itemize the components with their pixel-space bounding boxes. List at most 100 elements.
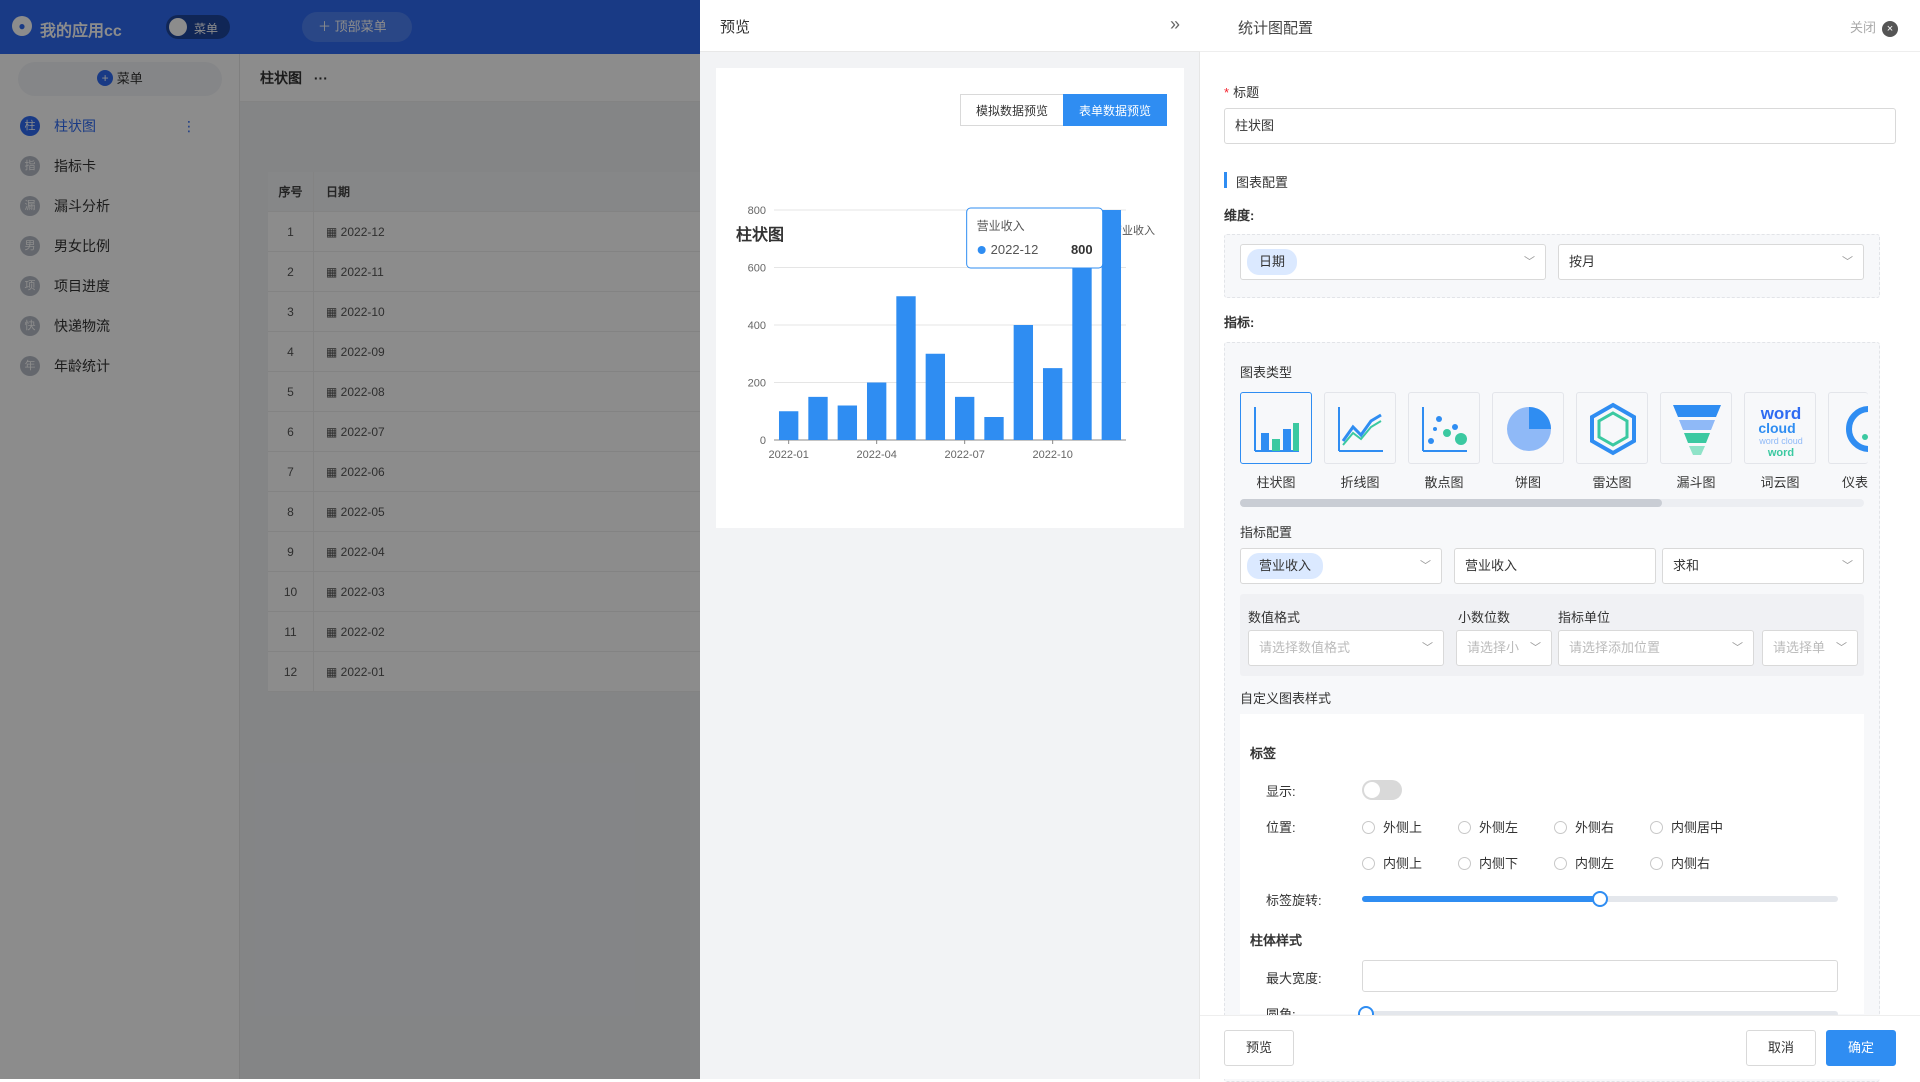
custom-style-label: 自定义图表样式 <box>1240 691 1332 706</box>
ok-button[interactable]: 确定 <box>1826 1030 1896 1066</box>
cancel-button[interactable]: 取消 <box>1746 1030 1816 1066</box>
radio-inside-right[interactable]: 内侧右 <box>1650 853 1710 872</box>
required-mark: * <box>1224 85 1230 100</box>
radio-outside-right[interactable]: 外侧右 <box>1554 817 1614 836</box>
chart-type-gauge[interactable] <box>1828 392 1868 464</box>
unit-position-placeholder: 请选择添加位置 <box>1569 640 1661 655</box>
bar-chart-type-icon <box>1254 407 1299 452</box>
bar <box>837 405 858 440</box>
metric-label: 指标: <box>1224 315 1255 330</box>
chart-type-label-wordcloud: 词云图 <box>1760 475 1800 490</box>
dimension-select[interactable]: 日期 ﹀ <box>1240 244 1546 280</box>
radio-circle <box>1650 821 1663 834</box>
preview-title: 预览 <box>720 19 751 36</box>
radio-circle <box>1362 857 1375 870</box>
radius-slider-handle[interactable] <box>1358 1006 1374 1015</box>
x-tick-label: 2022-07 <box>944 449 984 461</box>
metric-field-select[interactable]: 营业收入 ﹀ <box>1240 548 1442 584</box>
close-button[interactable]: 关闭 × <box>1850 17 1898 37</box>
funnel-chart-type-icon <box>1673 405 1721 455</box>
tab-mock-data-preview[interactable]: 模拟数据预览 <box>960 94 1064 126</box>
chart-type-pie[interactable] <box>1492 392 1564 464</box>
number-format-label: 数值格式 <box>1248 610 1301 625</box>
rotate-slider-handle[interactable] <box>1592 891 1608 907</box>
metric-aggregation-select[interactable]: 求和 ﹀ <box>1662 548 1864 584</box>
pie-chart-type-icon <box>1507 407 1551 451</box>
chart-type-radar[interactable] <box>1576 392 1648 464</box>
chart-type-label-line: 折线图 <box>1340 475 1380 490</box>
decimal-placeholder: 请选择小 <box>1467 640 1520 655</box>
radio-circle <box>1650 857 1663 870</box>
number-format-placeholder: 请选择数值格式 <box>1259 640 1351 655</box>
metric-config-label: 指标配置 <box>1240 525 1293 540</box>
unit-select[interactable]: 请选择单 ﹀ <box>1762 630 1858 666</box>
show-label: 显示: <box>1266 784 1296 799</box>
radio-inside-bottom[interactable]: 内侧下 <box>1458 853 1518 872</box>
metric-aggregation-value: 求和 <box>1673 558 1700 573</box>
label-section-title: 标签 <box>1250 746 1277 761</box>
number-format-select[interactable]: 请选择数值格式 ﹀ <box>1248 630 1444 666</box>
config-panel: 统计图配置 关闭 × * 标题 柱状图 图表配置 维度: 日期 ﹀ 按月 ﹀ 指标:… <box>1200 0 1920 1082</box>
show-label-switch[interactable] <box>1362 780 1402 800</box>
decimal-select[interactable]: 请选择小 ﹀ <box>1456 630 1552 666</box>
tooltip-value: 800 <box>1071 242 1093 257</box>
chevron-down-icon: ﹀ <box>1420 560 1431 572</box>
rotate-label: 标签旋转: <box>1266 893 1322 908</box>
chart-type-wordcloud[interactable]: word cloud word cloud word <box>1744 392 1816 464</box>
radio-inside-top[interactable]: 内侧上 <box>1362 853 1422 872</box>
metric-tag: 营业收入 <box>1247 553 1324 579</box>
dimension-label: 维度: <box>1224 208 1255 223</box>
radius-label: 圆角: <box>1266 1007 1296 1015</box>
chart-type-scatter[interactable] <box>1408 392 1480 464</box>
scrollbar-thumb[interactable] <box>1240 499 1662 507</box>
chart-title: 柱状图 <box>736 225 784 244</box>
chart-type-line[interactable] <box>1324 392 1396 464</box>
chart-type-label-funnel: 漏斗图 <box>1676 475 1716 490</box>
wordcloud-word-3: word cloud <box>1758 436 1803 446</box>
metric-alias-input[interactable]: 营业收入 <box>1454 548 1656 584</box>
radio-circle <box>1362 821 1375 834</box>
radio-inside-left[interactable]: 内侧左 <box>1554 853 1614 872</box>
bar <box>954 396 975 440</box>
unit-placeholder: 请选择单 <box>1773 640 1826 655</box>
switch-knob <box>1364 782 1380 798</box>
radio-outside-left[interactable]: 外侧左 <box>1458 817 1518 836</box>
bar <box>808 396 828 440</box>
radio-inside-center[interactable]: 内侧居中 <box>1650 817 1723 836</box>
bar-chart: 柱状图 营业收入 0 200 400 600 800 2022-01 2022-04 2022-0… <box>736 205 1155 461</box>
scatter-chart-type-icon <box>1422 407 1467 452</box>
radio-outside-top[interactable]: 外侧上 <box>1362 817 1422 836</box>
chevron-down-icon: ﹀ <box>1842 256 1853 268</box>
chart-config-section-title: 图表配置 <box>1236 175 1289 190</box>
unit-position-select[interactable]: 请选择添加位置 ﹀ <box>1558 630 1754 666</box>
chevron-down-icon: ﹀ <box>1524 256 1535 268</box>
title-input[interactable]: 柱状图 <box>1224 108 1896 144</box>
y-tick-label: 200 <box>748 378 766 390</box>
chart-type-bar[interactable] <box>1240 392 1312 464</box>
wordcloud-chart-type-icon: word cloud word cloud word <box>1758 404 1803 459</box>
modal-overlay[interactable] <box>0 0 700 1079</box>
preview-panel: 预览 » 模拟数据预览 表单数据预览 柱状图 营业收入 0 200 400 600 800 2… <box>700 0 1200 1079</box>
bar <box>896 296 916 440</box>
wordcloud-word-2: cloud <box>1758 420 1795 436</box>
chart-type-scrollbar[interactable] <box>1240 499 1864 507</box>
preview-button[interactable]: 预览 <box>1224 1030 1294 1066</box>
dimension-mode-select[interactable]: 按月 ﹀ <box>1558 244 1864 280</box>
double-chevron-right-icon[interactable]: » <box>1170 14 1180 35</box>
position-label: 位置: <box>1266 820 1296 835</box>
y-tick-label: 600 <box>748 263 766 275</box>
chevron-down-icon: ﹀ <box>1732 642 1743 654</box>
chevron-down-icon: ﹀ <box>1836 642 1847 654</box>
bar <box>778 411 799 440</box>
bar <box>984 417 1004 440</box>
dimension-tag: 日期 <box>1247 249 1298 275</box>
radio-circle <box>1554 821 1567 834</box>
section-marker <box>1224 172 1227 188</box>
max-width-input[interactable] <box>1362 960 1838 992</box>
chevron-down-icon: ﹀ <box>1530 642 1541 654</box>
chart-type-funnel[interactable] <box>1660 392 1732 464</box>
rotate-slider-fill <box>1362 896 1600 902</box>
rotate-slider[interactable] <box>1362 891 1838 907</box>
close-icon: × <box>1882 21 1898 37</box>
tab-form-data-preview[interactable]: 表单数据预览 <box>1063 94 1167 126</box>
